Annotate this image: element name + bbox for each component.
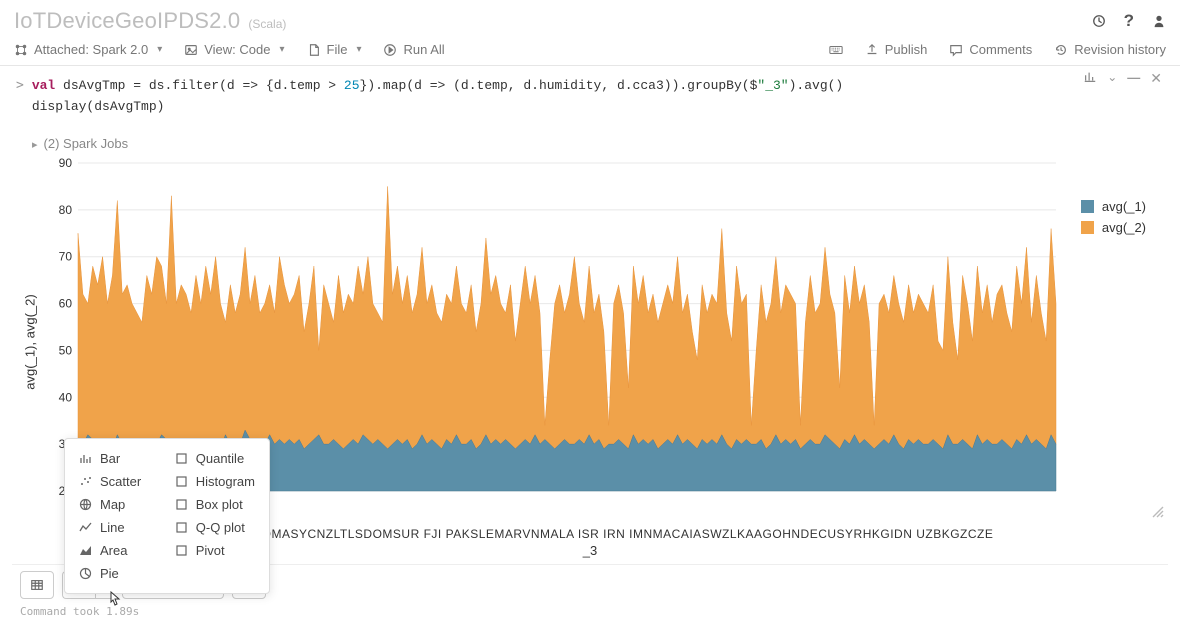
chart-type-icon[interactable] [1083,70,1097,87]
revision-history-button[interactable]: Revision history [1054,42,1166,57]
legend-label: avg(_2) [1102,220,1146,235]
scatter-icon [79,475,92,488]
quantile-icon [175,452,188,465]
notebook-header: IoTDeviceGeoIPDS2.0 (Scala) ? [0,0,1180,38]
chart-type-line[interactable]: Line [71,516,165,539]
qqplot-icon [175,521,188,534]
chart-type-menu: Bar Scatter Map Line Area Pie Quantile [64,438,270,594]
publish-label: Publish [885,42,928,57]
map-icon [79,498,92,511]
attached-cluster-dropdown[interactable]: Attached: Spark 2.0 [14,42,162,57]
revision-label: Revision history [1074,42,1166,57]
svg-text:40: 40 [59,390,73,404]
svg-text:70: 70 [59,249,73,263]
chevron-down-icon[interactable]: ⌄ [1107,70,1117,87]
close-icon[interactable]: ✕ [1150,70,1162,87]
user-icon[interactable] [1152,14,1166,28]
file-icon [307,43,321,57]
run-all-button[interactable]: Run All [383,42,444,57]
svg-text:80: 80 [59,202,73,216]
table-icon [30,578,44,592]
svg-text:90: 90 [59,157,73,170]
pie-icon [79,567,92,580]
file-menu-dropdown[interactable]: File [307,42,362,57]
chart-type-qqplot[interactable]: Q-Q plot [167,516,263,539]
run-all-label: Run All [403,42,444,57]
pivot-icon [175,544,188,557]
comments-label: Comments [969,42,1032,57]
publish-icon [865,43,879,57]
cluster-icon [14,43,28,57]
bar-icon [79,452,92,465]
legend-item[interactable]: avg(_1) [1081,199,1146,214]
view-mode-label: View: Code [204,42,270,57]
notebook-subtitle: (Scala) [248,17,286,31]
keyboard-icon[interactable] [829,43,843,57]
attached-cluster-label: Attached: Spark 2.0 [34,42,148,57]
history-icon [1054,43,1068,57]
y-axis-label: avg(_1), avg(_2) [23,294,38,389]
spark-jobs-toggle[interactable]: (2) Spark Jobs [32,136,1164,151]
legend-swatch-2 [1081,221,1094,234]
schedule-icon[interactable] [1092,14,1106,28]
chart-type-map[interactable]: Map [71,493,165,516]
minimize-icon[interactable]: — [1127,70,1140,87]
publish-button[interactable]: Publish [865,42,928,57]
chart-type-quantile[interactable]: Quantile [167,447,263,470]
comment-icon [949,43,963,57]
chart-type-pivot[interactable]: Pivot [167,539,263,562]
resize-handle-icon[interactable] [1150,504,1164,518]
command-status: Command took 1.89s [0,601,1180,622]
notebook-title[interactable]: IoTDeviceGeoIPDS2.0 [14,8,240,34]
chart-type-pie[interactable]: Pie [71,562,165,585]
notebook-toolbar: Attached: Spark 2.0 View: Code File Run … [0,38,1180,66]
svg-text:50: 50 [59,343,73,357]
chart-type-histogram[interactable]: Histogram [167,470,263,493]
boxplot-icon [175,498,188,511]
chart-type-scatter[interactable]: Scatter [71,470,165,493]
code-editor[interactable]: val dsAvgTmp = ds.filter(d => {d.temp > … [32,76,843,118]
legend-item[interactable]: avg(_2) [1081,220,1146,235]
svg-text:60: 60 [59,296,73,310]
play-icon [383,43,397,57]
chart-legend: avg(_1) avg(_2) [1081,199,1146,241]
legend-label: avg(_1) [1102,199,1146,214]
area-icon [79,544,92,557]
chart-type-area[interactable]: Area [71,539,165,562]
legend-swatch-1 [1081,200,1094,213]
image-icon [184,43,198,57]
help-icon[interactable]: ? [1124,11,1134,31]
histogram-icon [175,475,188,488]
comments-button[interactable]: Comments [949,42,1032,57]
line-icon [79,521,92,534]
chart-type-boxplot[interactable]: Box plot [167,493,263,516]
chart-type-bar[interactable]: Bar [71,447,165,470]
input-prompt-caret: > [16,76,24,97]
file-menu-label: File [327,42,348,57]
view-mode-dropdown[interactable]: View: Code [184,42,284,57]
table-view-button[interactable] [20,571,54,599]
